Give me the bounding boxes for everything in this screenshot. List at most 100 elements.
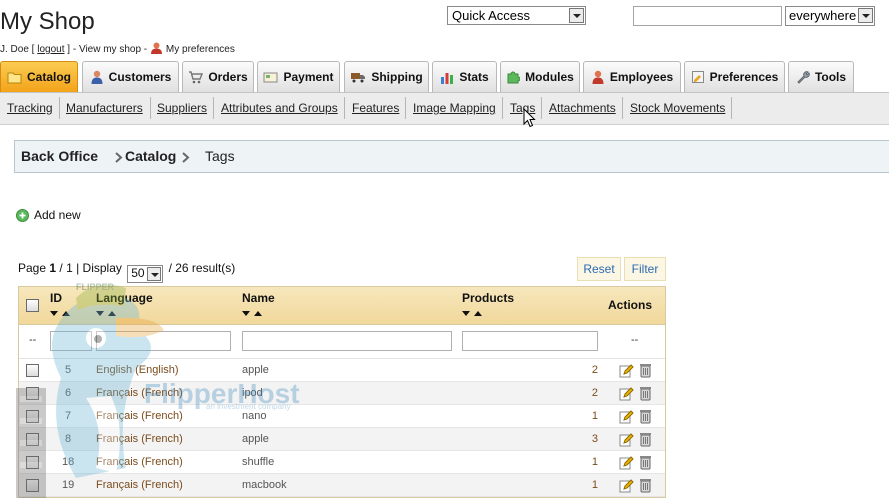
edit-icon[interactable]	[619, 409, 634, 424]
table-row[interactable]: 19 Français (French) macbook 1	[19, 474, 665, 497]
row-checkbox[interactable]	[26, 364, 39, 377]
table-row[interactable]: 18 Français (French) shuffle 1	[19, 451, 665, 474]
main-tabs: Catalog Customers Orders Payment Shippin…	[0, 61, 889, 93]
my-preferences-link[interactable]: My preferences	[166, 44, 235, 55]
view-shop-link[interactable]: View my shop	[79, 44, 141, 55]
filter-dash: --	[631, 334, 639, 346]
quick-access-select[interactable]: Quick Access	[447, 6, 586, 25]
delete-icon[interactable]	[639, 409, 652, 424]
edit-icon[interactable]	[619, 363, 634, 378]
subnav-attachments[interactable]: Attachments	[549, 101, 616, 115]
row-id: 19	[62, 479, 75, 491]
chevron-down-icon[interactable]	[858, 8, 873, 23]
add-new-link[interactable]: Add new	[16, 208, 81, 222]
logout-link[interactable]: logout	[37, 44, 64, 55]
tags-table: ID Language Name Products Actions -- -- …	[18, 286, 666, 498]
sort-arrows-icon[interactable]	[242, 311, 264, 317]
table-row[interactable]: 8 Français (French) apple 3	[19, 428, 665, 451]
delete-icon[interactable]	[639, 478, 652, 493]
sort-arrows-icon[interactable]	[50, 311, 72, 317]
table-row[interactable]: 6 Français (French) ipod 2	[19, 382, 665, 405]
subnav-separator	[213, 97, 214, 119]
search-input[interactable]	[633, 6, 782, 26]
sort-arrows-icon[interactable]	[462, 311, 484, 317]
delete-icon[interactable]	[639, 363, 652, 378]
row-id: 6	[65, 387, 72, 399]
subnav-separator	[344, 97, 345, 119]
edit-icon[interactable]	[619, 386, 634, 401]
subnav-features[interactable]: Features	[352, 101, 399, 115]
table-row[interactable]: 7 Français (French) nano 1	[19, 405, 665, 428]
subnav-image-mapping[interactable]: Image Mapping	[413, 101, 496, 115]
row-name: apple	[242, 433, 269, 445]
select-all-checkbox[interactable]	[26, 299, 39, 312]
tab-label: Orders	[208, 70, 248, 84]
tab-label: Preferences	[709, 70, 779, 84]
tab-stats[interactable]: Stats	[432, 61, 497, 92]
tab-employees[interactable]: Employees	[583, 61, 681, 92]
breadcrumb-back-office[interactable]: Back Office	[21, 148, 98, 164]
subnav-separator	[150, 97, 151, 119]
tab-payment[interactable]: Payment	[257, 61, 340, 92]
subnav-suppliers[interactable]: Suppliers	[157, 101, 207, 115]
display-count-value: 50	[131, 266, 145, 280]
row-id: 7	[65, 410, 72, 422]
row-checkbox[interactable]	[26, 479, 39, 492]
search-scope-select[interactable]: everywhere	[785, 6, 875, 26]
row-name: shuffle	[242, 456, 275, 468]
filter-name-input[interactable]	[242, 331, 452, 351]
tab-label: Shipping	[371, 70, 423, 84]
delete-icon[interactable]	[639, 455, 652, 470]
user-icon	[150, 42, 163, 57]
filter-dash: --	[29, 334, 37, 346]
edit-icon[interactable]	[619, 432, 634, 447]
row-products: 1	[591, 479, 598, 491]
employee-icon	[592, 70, 604, 84]
filter-button[interactable]: Filter	[624, 257, 666, 281]
shop-title: My Shop	[0, 8, 95, 35]
tab-modules[interactable]: Modules	[500, 61, 580, 92]
search-scope-value: everywhere	[789, 8, 857, 23]
row-checkbox[interactable]	[26, 410, 39, 423]
table-row[interactable]: 5 English (English) apple 2	[19, 359, 665, 382]
tab-tools[interactable]: Tools	[788, 61, 854, 92]
tab-preferences[interactable]: Preferences	[684, 61, 785, 92]
column-name: Name	[242, 291, 275, 305]
tab-catalog[interactable]: Catalog	[0, 61, 78, 92]
row-language: Français (French)	[96, 456, 183, 468]
subnav-tracking[interactable]: Tracking	[7, 101, 53, 115]
chevron-down-icon[interactable]	[569, 8, 584, 23]
quick-access-value: Quick Access	[452, 8, 531, 23]
edit-icon[interactable]	[619, 455, 634, 470]
delete-icon[interactable]	[639, 432, 652, 447]
add-new-label: Add new	[34, 208, 81, 222]
chevron-down-icon[interactable]	[147, 267, 162, 281]
filter-id-input[interactable]	[50, 331, 92, 351]
tab-orders[interactable]: Orders	[182, 61, 254, 92]
breadcrumb-catalog[interactable]: Catalog	[125, 148, 176, 164]
tab-shipping[interactable]: Shipping	[344, 61, 429, 92]
edit-icon[interactable]	[619, 478, 634, 493]
tab-label: Tools	[814, 70, 847, 84]
tab-label: Stats	[459, 70, 489, 84]
chevron-right-icon	[182, 152, 190, 163]
preferences-icon	[691, 71, 704, 83]
reset-button[interactable]: Reset	[577, 257, 621, 281]
subnav-stock-movements[interactable]: Stock Movements	[630, 101, 725, 115]
subnav-attributes-and-groups[interactable]: Attributes and Groups	[221, 101, 338, 115]
sort-arrows-icon[interactable]	[96, 311, 118, 317]
filter-language-input[interactable]	[96, 331, 231, 351]
row-checkbox[interactable]	[26, 387, 39, 400]
tab-customers[interactable]: Customers	[82, 61, 179, 92]
subnav-manufacturers[interactable]: Manufacturers	[66, 101, 143, 115]
row-checkbox[interactable]	[26, 433, 39, 446]
filter-products-input[interactable]	[462, 331, 598, 351]
subnav-separator	[622, 97, 623, 119]
row-id: 18	[62, 456, 75, 468]
pagination-info: Page 1 / 1 | Display 50 / 26 result(s)	[18, 261, 235, 283]
row-checkbox[interactable]	[26, 456, 39, 469]
display-count-select[interactable]: 50	[127, 265, 164, 283]
tab-label: Modules	[525, 70, 574, 84]
page-of: / 1 | Display	[59, 261, 122, 275]
delete-icon[interactable]	[639, 386, 652, 401]
